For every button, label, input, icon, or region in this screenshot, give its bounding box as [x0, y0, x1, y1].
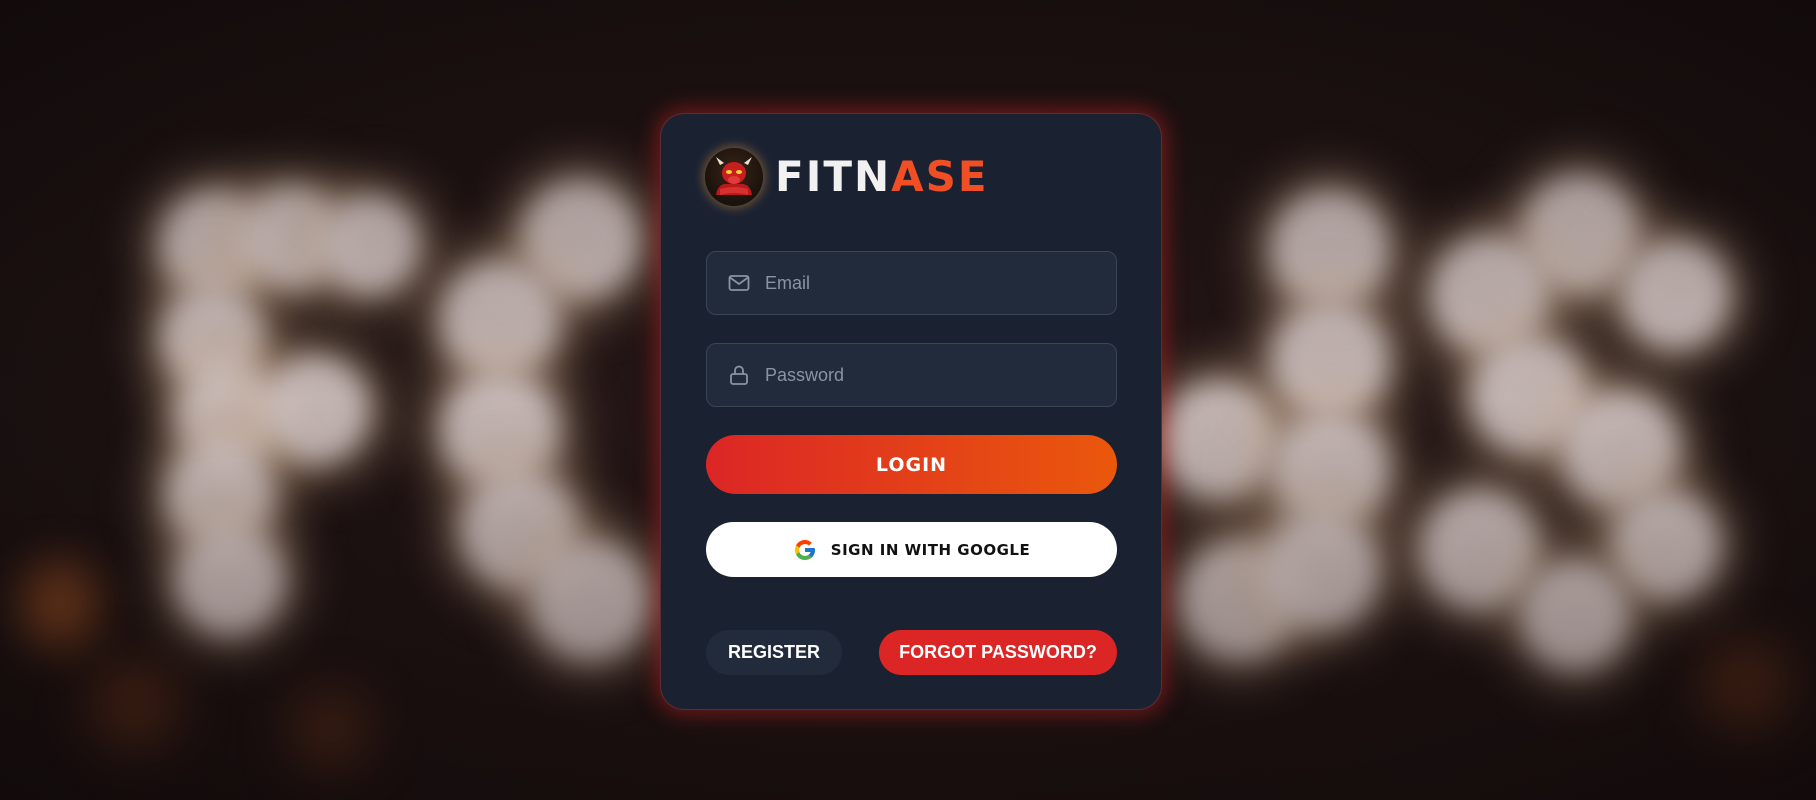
register-button[interactable]: REGISTER	[706, 630, 842, 675]
lock-icon	[727, 363, 751, 387]
password-field[interactable]	[706, 343, 1117, 407]
login-page: FITNASE LOGIN	[0, 0, 1816, 800]
email-field[interactable]	[706, 251, 1117, 315]
login-button[interactable]: LOGIN	[706, 435, 1117, 494]
bull-mascot-icon	[705, 148, 763, 206]
login-card: FITNASE LOGIN	[660, 113, 1162, 710]
brand-name-part2: ASE	[891, 152, 989, 201]
email-input[interactable]	[763, 271, 1097, 295]
brand-name-part1: FITN	[775, 152, 892, 201]
google-signin-label: SIGN IN WITH GOOGLE	[830, 540, 1031, 559]
mail-icon	[727, 271, 751, 295]
brand-name: FITNASE	[775, 156, 989, 198]
forgot-password-button[interactable]: FORGOT PASSWORD?	[879, 630, 1117, 675]
password-input[interactable]	[763, 363, 1097, 387]
google-icon	[793, 538, 817, 562]
google-signin-button[interactable]: SIGN IN WITH GOOGLE	[706, 522, 1117, 577]
brand-header: FITNASE	[705, 148, 989, 206]
